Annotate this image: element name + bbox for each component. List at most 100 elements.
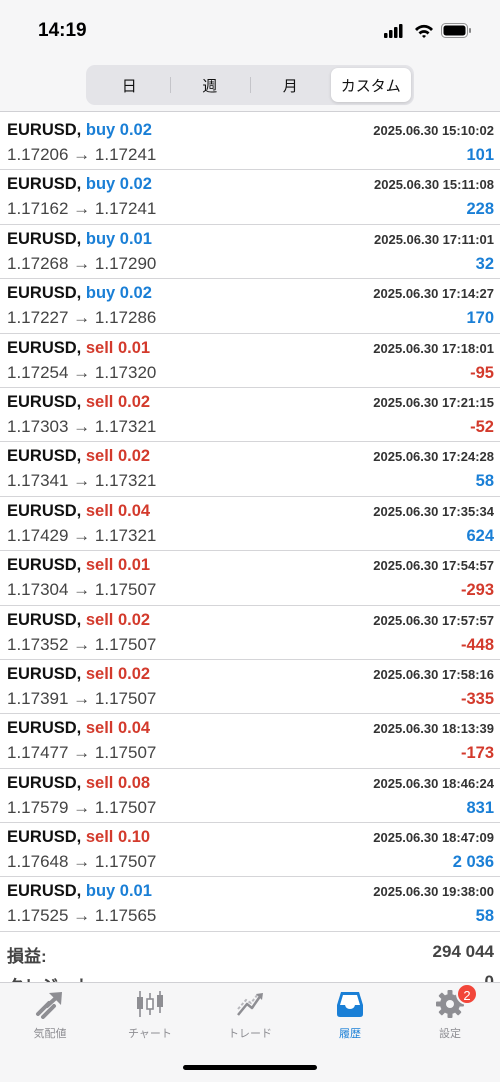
trade-symbol: EURUSD, [7,284,82,303]
trade-side: sell 0.02 [85,392,151,411]
trade-profit: 58 [475,907,494,926]
trade-symbol: EURUSD, [7,392,82,411]
tab-chart-label: チャート [128,1028,172,1040]
period-custom[interactable]: カスタム [330,68,411,102]
trade-symbol: EURUSD, [7,556,82,575]
trade-profit: -52 [470,417,494,436]
signal-icon [384,24,403,38]
trade-profit: -173 [460,744,494,763]
trade-symbol: EURUSD, [7,773,82,792]
trade-symbol: EURUSD, [7,229,82,248]
trade-row[interactable]: EURUSD, sell 0.02 2025.06.30 17:21:15 1.… [0,388,500,443]
trade-side: sell 0.02 [85,664,151,683]
trade-side: sell 0.02 [85,447,151,466]
trade-prices: 1.17227 → 1.17286 [7,308,157,328]
status-time: 14:19 [38,20,87,41]
tab-history[interactable]: 履歴 [300,983,400,1045]
trade-time: 2025.06.30 15:11:08 [374,177,494,193]
settings-badge: 2 [456,983,478,1005]
trade-time: 2025.06.30 17:21:15 [373,394,494,410]
trade-symbol: EURUSD, [7,610,82,629]
tab-chart[interactable]: チャート [100,983,200,1045]
trade-side: buy 0.02 [85,284,152,303]
trade-prices: 1.17352 → 1.17507 [7,634,157,654]
summary-section: 損益: 294 044 クレジット: 0 [0,936,500,984]
tab-history-label: 履歴 [339,1028,361,1040]
trade-time: 2025.06.30 17:18:01 [373,340,494,356]
trade-row[interactable]: EURUSD, sell 0.10 2025.06.30 18:47:09 1.… [0,823,500,878]
trade-history-list: EURUSD, buy 0.02 2025.06.30 15:10:02 1.1… [0,116,500,932]
trade-row[interactable]: EURUSD, sell 0.02 2025.06.30 17:58:16 1.… [0,660,500,715]
trade-profit: 32 [475,254,494,273]
period-segmented-control: 日 週 月 カスタム [86,65,414,105]
trade-symbol: EURUSD, [7,501,82,520]
trade-row[interactable]: EURUSD, sell 0.04 2025.06.30 18:13:39 1.… [0,714,500,769]
trade-side: sell 0.04 [85,501,151,520]
tab-trade[interactable]: トレード [200,983,300,1045]
trade-row[interactable]: EURUSD, sell 0.01 2025.06.30 17:18:01 1.… [0,334,500,388]
trade-row[interactable]: EURUSD, buy 0.02 2025.06.30 17:14:27 1.1… [0,279,500,334]
trade-profit: -335 [460,689,494,708]
home-indicator [183,1065,317,1070]
trade-row[interactable]: EURUSD, buy 0.02 2025.06.30 15:10:02 1.1… [0,116,500,171]
tab-settings-label: 設定 [439,1028,461,1040]
trade-row[interactable]: EURUSD, buy 0.01 2025.06.30 17:11:01 1.1… [0,225,500,280]
trade-row[interactable]: EURUSD, sell 0.02 2025.06.30 17:24:28 1.… [0,442,500,497]
trade-prices: 1.17391 → 1.17507 [7,688,157,708]
trade-prices: 1.17525 → 1.17565 [7,906,157,926]
trade-prices: 1.17206 → 1.17241 [7,145,157,164]
trade-symbol: EURUSD, [7,828,82,847]
trade-prices: 1.17429 → 1.17321 [7,525,157,545]
trade-symbol: EURUSD, [7,664,82,683]
history-inbox-icon [337,992,363,1017]
trade-time: 2025.06.30 17:58:16 [373,666,494,682]
trade-prices: 1.17254 → 1.17320 [7,362,157,382]
trade-row[interactable]: EURUSD, sell 0.02 2025.06.30 17:57:57 1.… [0,606,500,660]
trade-prices: 1.17268 → 1.17290 [7,253,157,273]
trade-side: sell 0.04 [85,719,151,738]
trade-symbol: EURUSD, [7,338,82,357]
trade-profit: 228 [466,200,494,219]
trade-profit: 101 [466,146,494,164]
trade-time: 2025.06.30 17:35:34 [373,503,494,519]
trade-prices: 1.17303 → 1.17321 [7,416,157,436]
trade-side: sell 0.01 [85,338,151,357]
trade-profit: -448 [460,635,494,654]
wifi-icon [415,24,433,38]
trade-row[interactable]: EURUSD, sell 0.04 2025.06.30 17:35:34 1.… [0,497,500,552]
trade-side: sell 0.02 [85,610,151,629]
trade-time: 2025.06.30 18:46:24 [373,775,494,791]
trade-side: sell 0.08 [85,773,151,792]
trade-row[interactable]: EURUSD, sell 0.01 2025.06.30 17:54:57 1.… [0,551,500,606]
trade-prices: 1.17341 → 1.17321 [7,471,157,491]
tab-quotes[interactable]: 気配値 [0,983,100,1045]
battery-icon [441,23,471,38]
summary-profit-value: 294 044 [432,942,494,961]
tab-trade-label: トレード [228,1028,272,1040]
trade-side: buy 0.01 [85,882,152,901]
trade-symbol: EURUSD, [7,447,82,466]
period-month[interactable]: 月 [250,68,331,102]
period-day[interactable]: 日 [89,68,170,102]
trade-prices: 1.17304 → 1.17507 [7,580,157,600]
trade-row[interactable]: EURUSD, sell 0.08 2025.06.30 18:46:24 1.… [0,769,500,824]
trade-row[interactable]: EURUSD, buy 0.01 2025.06.30 19:38:00 1.1… [0,877,500,932]
header-area: 14:19 日 週 月 カスタム [0,0,500,112]
trade-symbol: EURUSD, [7,121,82,139]
trade-profit: 2 036 [452,853,494,872]
trade-time: 2025.06.30 17:14:27 [373,286,494,302]
tab-settings[interactable]: 2 設定 [400,983,500,1045]
trade-symbol: EURUSD, [7,882,82,901]
summary-profit-label: 損益: [7,947,47,966]
period-week[interactable]: 週 [169,68,251,102]
status-icons [384,23,471,38]
candlestick-chart-icon [137,991,163,1017]
trade-row[interactable]: EURUSD, buy 0.02 2025.06.30 15:11:08 1.1… [0,170,500,225]
trade-profit: 170 [466,309,494,328]
trade-side: sell 0.10 [85,828,151,847]
trade-side: sell 0.01 [85,556,151,575]
trade-side: buy 0.02 [85,175,152,194]
trade-time: 2025.06.30 17:11:01 [374,231,494,247]
trade-side: buy 0.01 [85,229,152,248]
trade-chart-icon [237,993,263,1016]
